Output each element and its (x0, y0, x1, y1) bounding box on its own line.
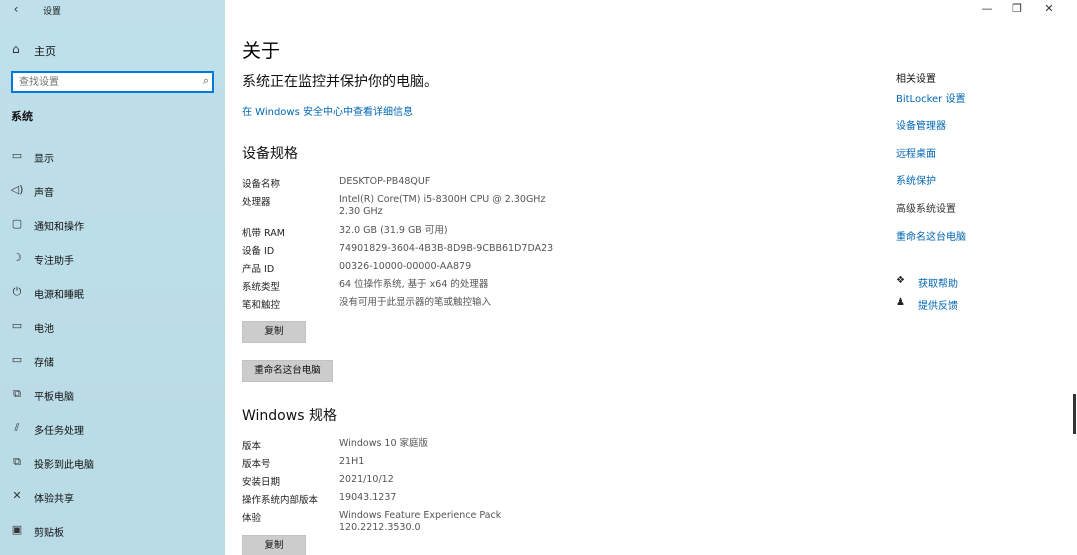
sidebar-item-battery[interactable]: ▭ 电池 (0, 312, 225, 340)
spec-value: Intel(R) Core(TM) i5-8300H CPU @ 2.30GHz… (339, 194, 546, 217)
related-link[interactable]: 高级系统设置 (896, 200, 956, 215)
sidebar-item-label: 存储 (34, 358, 54, 369)
speaker-icon: ◁) (10, 183, 24, 196)
spec-value: 64 位操作系统, 基于 x64 的处理器 (339, 279, 489, 290)
page-title: 关于 (242, 40, 281, 62)
sidebar-item-clipboard[interactable]: ▣ 剪贴板 (0, 516, 225, 544)
sidebar-item-label: 显示 (34, 154, 54, 165)
sidebar-item-focus[interactable]: ☽ 专注助手 (0, 244, 225, 272)
spec-key: 系统类型 (242, 282, 281, 293)
sidebar-item-shared[interactable]: ✕ 体验共享 (0, 482, 225, 510)
sidebar-item-label: 平板电脑 (34, 392, 74, 403)
search-box[interactable]: ⌕ (11, 71, 214, 93)
sidebar-item-label: 体验共享 (34, 494, 74, 505)
search-input[interactable] (19, 75, 189, 89)
spec-value: Windows Feature Experience Pack 120.2212… (339, 510, 502, 533)
power-icon: ⏻ (12, 285, 22, 298)
spec-key: 版本 (242, 441, 262, 452)
sidebar-item-notifications[interactable]: ▢ 通知和操作 (0, 210, 225, 238)
sidebar-item-label: 通知和操作 (34, 222, 84, 233)
titlebar-left: ‹ 设置 (0, 0, 225, 20)
sidebar-item-label: 投影到此电脑 (34, 460, 94, 471)
spec-value: 19043.1237 (339, 492, 397, 503)
related-link[interactable]: BitLocker 设置 (896, 90, 965, 105)
sidebar-item-home[interactable]: ⌂ 主页 (0, 38, 225, 62)
home-icon: ⌂ (12, 42, 20, 56)
related-link[interactable]: 重命名这台电脑 (896, 228, 966, 243)
sidebar-item-label: 主页 (34, 45, 56, 58)
spec-key: 操作系统内部版本 (242, 495, 319, 506)
spec-key: 笔和触控 (242, 300, 281, 311)
windows-specs-heading: Windows 规格 (242, 408, 337, 424)
sidebar-item-label: 剪贴板 (34, 528, 64, 539)
rename-pc-button[interactable]: 重命名这台电脑 (242, 360, 333, 382)
spec-key: 产品 ID (242, 264, 275, 275)
window-controls: — ❐ ✕ (977, 0, 1077, 20)
spec-value: 00326-10000-00000-AA879 (339, 261, 472, 272)
minimize-button[interactable]: — (977, 2, 997, 15)
spec-key: 处理器 (242, 197, 271, 208)
spec-value: 21H1 (339, 456, 365, 467)
scrollbar[interactable] (1073, 394, 1076, 434)
sidebar-item-power[interactable]: ⏻ 电源和睡眠 (0, 278, 225, 306)
related-link[interactable]: 设备管理器 (896, 117, 946, 132)
sidebar-item-sound[interactable]: ◁) 声音 (0, 176, 225, 204)
sidebar-item-projecting[interactable]: ⧉ 投影到此电脑 (0, 448, 225, 476)
multitask-icon: ⫽ (14, 421, 20, 434)
battery-icon: ▭ (11, 319, 23, 332)
feedback-icon: ♟ (896, 297, 905, 308)
sidebar-item-label: 多任务处理 (34, 426, 84, 437)
message-icon: ▢ (11, 217, 23, 230)
back-button[interactable]: ‹ (8, 2, 24, 18)
spec-key: 设备 ID (242, 246, 275, 257)
spec-value: 没有可用于此显示器的笔或触控输入 (339, 297, 492, 308)
sidebar-item-storage[interactable]: ▭ 存储 (0, 346, 225, 374)
security-center-link[interactable]: 在 Windows 安全中心中查看详细信息 (242, 103, 413, 118)
copy-windows-specs-button[interactable]: 复制 (242, 535, 306, 555)
section-title: 系统 (11, 110, 33, 123)
sidebar: ‹ 设置 ⌂ 主页 ⌕ 系统 ▭ 显示 ◁) 声音 ▢ 通知和操作 ☽ 专注助手 ⏻ 电源和睡眠 ▭… (0, 0, 225, 555)
sidebar-item-display[interactable]: ▭ 显示 (0, 142, 225, 170)
sidebar-item-label: 声音 (34, 188, 54, 199)
maximize-button[interactable]: ❐ (1007, 2, 1027, 15)
app-title: 设置 (43, 7, 62, 17)
close-button[interactable]: ✕ (1039, 2, 1059, 15)
spec-key: 版本号 (242, 459, 271, 470)
spec-key: 设备名称 (242, 179, 281, 190)
sidebar-item-multitasking[interactable]: ⫽ 多任务处理 (0, 414, 225, 442)
spec-value: 32.0 GB (31.9 GB 可用) (339, 225, 448, 236)
device-specs-heading: 设备规格 (242, 146, 298, 162)
help-link-label[interactable]: 提供反馈 (918, 297, 958, 312)
related-link[interactable]: 远程桌面 (896, 145, 936, 160)
spec-value: 74901829-3604-4B3B-8D9B-9CBB61D7DA23 (339, 243, 554, 254)
protect-status-text: 系统正在监控并保护你的电脑。 (242, 74, 438, 90)
spec-key: 机带 RAM (242, 228, 285, 239)
sidebar-item-label: 专注助手 (34, 256, 74, 267)
copy-device-specs-button[interactable]: 复制 (242, 321, 306, 343)
spec-key: 体验 (242, 513, 262, 524)
sidebar-item-label: 电池 (34, 324, 54, 335)
help-link-label[interactable]: 获取帮助 (918, 275, 958, 290)
spec-value: DESKTOP-PB48QUF (339, 176, 431, 187)
sidebar-item-tablet[interactable]: ⧉ 平板电脑 (0, 380, 225, 408)
clipboard-icon: ▣ (11, 523, 23, 536)
monitor-icon: ▭ (11, 149, 23, 162)
chat-help-icon: ❖ (896, 275, 905, 286)
spec-key: 安装日期 (242, 477, 281, 488)
main-content: — ❐ ✕ 关于 系统正在监控并保护你的电脑。 在 Windows 安全中心中查… (225, 0, 1077, 555)
project-icon: ⧉ (13, 455, 21, 468)
related-link[interactable]: 系统保护 (896, 172, 936, 187)
moon-icon: ☽ (12, 251, 22, 264)
storage-icon: ▭ (11, 353, 23, 366)
tablet-icon: ⧉ (13, 387, 21, 400)
spec-value: 2021/10/12 (339, 474, 394, 485)
sidebar-item-label: 电源和睡眠 (34, 290, 84, 301)
search-icon[interactable]: ⌕ (203, 74, 209, 88)
spec-value: Windows 10 家庭版 (339, 438, 429, 449)
share-icon: ✕ (12, 489, 22, 502)
related-settings-title: 相关设置 (896, 74, 936, 85)
